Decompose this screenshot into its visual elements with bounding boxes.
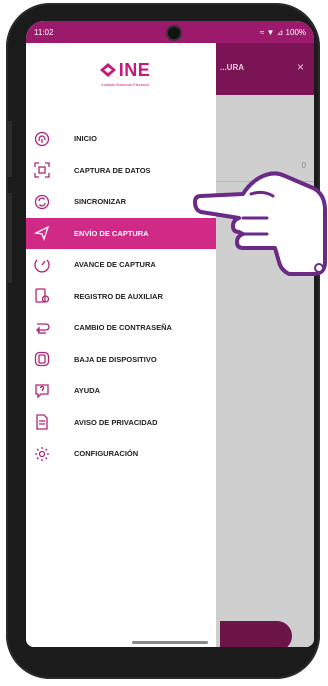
menu-item-avance-de-captura[interactable]: AVANCE DE CAPTURA — [26, 249, 216, 281]
menu-item-label: INICIO — [74, 134, 97, 144]
sync-icon — [34, 194, 50, 210]
background-value: 0 — [301, 161, 306, 170]
menu-item-cambio-de-contrasena[interactable]: CAMBIO DE CONTRASEÑA — [26, 312, 216, 344]
pointing-hand-icon — [193, 171, 327, 276]
menu-item-label: AVISO DE PRIVACIDAD — [74, 417, 158, 427]
menu-item-label: AVANCE DE CAPTURA — [74, 260, 156, 270]
password-icon — [34, 320, 50, 336]
power-button — [6, 193, 12, 283]
menu-item-label: CAMBIO DE CONTRASEÑA — [74, 323, 172, 333]
scan-icon — [34, 162, 50, 178]
ine-logo: INE Instituto Nacional Electoral — [80, 55, 170, 91]
device-remove-icon — [34, 351, 50, 367]
user-register-icon — [34, 288, 50, 304]
background-title: ...URA — [220, 63, 244, 72]
background-button[interactable] — [220, 621, 292, 647]
menu-item-label: AYUDA — [74, 386, 100, 396]
menu-item-aviso-de-privacidad[interactable]: AVISO DE PRIVACIDAD — [26, 407, 216, 439]
navigation-bar-handle[interactable] — [132, 641, 208, 644]
help-icon — [34, 383, 50, 399]
volume-button — [6, 121, 12, 177]
menu-item-inicio[interactable]: INICIO — [26, 123, 216, 155]
menu-item-label: CAPTURA DE DATOS — [74, 165, 151, 175]
menu-item-captura-de-datos[interactable]: CAPTURA DE DATOS — [26, 155, 216, 187]
progress-icon — [34, 257, 50, 273]
menu-item-configuracion[interactable]: CONFIGURACIÓN — [26, 438, 216, 470]
status-icons: ≈ ▼ ⊿ 100% — [259, 27, 306, 37]
navigation-drawer: INE Instituto Nacional Electoral INICIO … — [26, 43, 216, 647]
menu-item-envio-de-captura[interactable]: ENVÍO DE CAPTURA — [26, 217, 216, 249]
menu-item-sincronizar[interactable]: SINCRONIZAR — [26, 186, 216, 218]
drawer-menu: INICIO CAPTURA DE DATOS SINCRONIZAR ENVÍ… — [26, 123, 216, 470]
menu-item-label: ENVÍO DE CAPTURA — [74, 228, 149, 238]
menu-item-label: CONFIGURACIÓN — [74, 449, 139, 459]
logo-mark-icon — [99, 63, 116, 77]
fingerprint-icon — [34, 131, 50, 147]
menu-item-label: SINCRONIZAR — [74, 197, 127, 207]
menu-item-registro-de-auxiliar[interactable]: REGISTRO DE AUXILIAR — [26, 281, 216, 313]
menu-item-label: REGISTRO DE AUXILIAR — [74, 291, 163, 301]
settings-icon — [34, 446, 50, 462]
send-icon — [34, 225, 50, 242]
menu-item-ayuda[interactable]: AYUDA — [26, 375, 216, 407]
camera-icon — [166, 25, 182, 41]
screen: 11:02 ≈ ▼ ⊿ 100% ...URA × 0 1 INE — [26, 21, 314, 647]
close-icon[interactable]: × — [297, 60, 304, 74]
status-time: 11:02 — [34, 27, 54, 37]
logo-subtitle: Instituto Nacional Electoral — [101, 81, 149, 87]
menu-item-baja-de-dispositivo[interactable]: BAJA DE DISPOSITIVO — [26, 344, 216, 376]
menu-item-label: BAJA DE DISPOSITIVO — [74, 354, 157, 364]
phone-frame: 11:02 ≈ ▼ ⊿ 100% ...URA × 0 1 INE — [6, 3, 320, 679]
privacy-icon — [34, 414, 50, 430]
logo-text: INE — [118, 59, 151, 80]
